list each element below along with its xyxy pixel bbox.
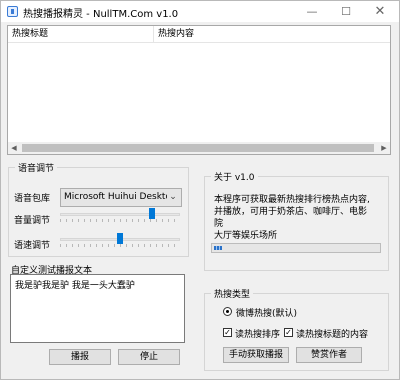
- maximize-icon[interactable]: ☐: [331, 1, 361, 22]
- volume-thumb[interactable]: [149, 208, 155, 219]
- read-content-label[interactable]: 读热搜标题的内容: [296, 327, 368, 340]
- speed-ticks: [60, 244, 180, 247]
- scroll-right-icon[interactable]: ▶: [378, 142, 390, 154]
- read-rank-checkbox[interactable]: ✓: [223, 328, 232, 337]
- stop-button[interactable]: 停止: [118, 349, 180, 365]
- scroll-left-icon[interactable]: ◀: [8, 142, 20, 154]
- volume-label: 音量调节: [14, 216, 51, 226]
- volume-slider[interactable]: [60, 208, 180, 222]
- chevron-down-icon[interactable]: ⌄: [167, 190, 179, 205]
- custom-text-input[interactable]: 我是驴我是驴 我是一头大蠢驴: [10, 274, 185, 343]
- volume-track: [60, 213, 180, 216]
- progress-fill: [214, 246, 222, 250]
- about-line: 并播放，可用于奶茶店、咖啡厅、电影院: [214, 207, 368, 229]
- column-header-content[interactable]: 热搜内容: [154, 26, 390, 43]
- voice-library-label: 语音包库: [14, 194, 51, 204]
- about-description: 本程序可获取最新热搜排行榜热点内容, 并播放，可用于奶茶店、咖啡厅、电影院 大厅…: [214, 194, 374, 242]
- close-icon[interactable]: ✕: [365, 1, 395, 22]
- progress-bar: [211, 243, 381, 253]
- list-header: 热搜标题 热搜内容: [8, 26, 390, 43]
- scroll-thumb[interactable]: [22, 144, 374, 152]
- about-line: 本程序可获取最新热搜排行榜热点内容,: [214, 195, 370, 205]
- read-content-checkbox[interactable]: ✓: [284, 328, 293, 337]
- about-group-label: 关于 v1.0: [211, 170, 258, 183]
- speed-slider[interactable]: [60, 233, 180, 247]
- speed-label: 语速调节: [14, 241, 51, 251]
- play-button[interactable]: 播报: [49, 349, 111, 365]
- about-line: 大厅等娱乐场所: [214, 231, 278, 241]
- app-window: 热搜播报精灵 - NullTM.Com v1.0 — ☐ ✕ 热搜标题 热搜内容…: [0, 0, 400, 380]
- speed-thumb[interactable]: [117, 233, 123, 244]
- read-rank-label[interactable]: 读热搜排序: [235, 327, 280, 340]
- voice-select-value: Microsoft Huihui Desktop: [64, 192, 168, 202]
- voice-group-label: 语音调节: [15, 161, 58, 174]
- voice-select[interactable]: Microsoft Huihui Desktop ⌄: [60, 188, 182, 207]
- hot-type-group-label: 热搜类型: [211, 287, 254, 300]
- donate-button[interactable]: 赞赏作者: [296, 347, 362, 363]
- app-icon: [7, 6, 18, 17]
- minimize-icon[interactable]: —: [297, 1, 327, 22]
- column-header-title[interactable]: 热搜标题: [8, 26, 154, 43]
- manual-fetch-button[interactable]: 手动获取播报: [223, 347, 289, 363]
- title-bar: 热搜播报精灵 - NullTM.Com v1.0 — ☐ ✕: [1, 1, 399, 22]
- weibo-radio[interactable]: [223, 307, 232, 316]
- window-title: 热搜播报精灵 - NullTM.Com v1.0: [23, 9, 179, 20]
- weibo-radio-label[interactable]: 微博热搜(默认): [236, 306, 297, 319]
- horizontal-scrollbar[interactable]: ◀ ▶: [8, 142, 390, 154]
- volume-ticks: [60, 219, 180, 222]
- hot-list[interactable]: 热搜标题 热搜内容 ◀ ▶: [7, 25, 391, 155]
